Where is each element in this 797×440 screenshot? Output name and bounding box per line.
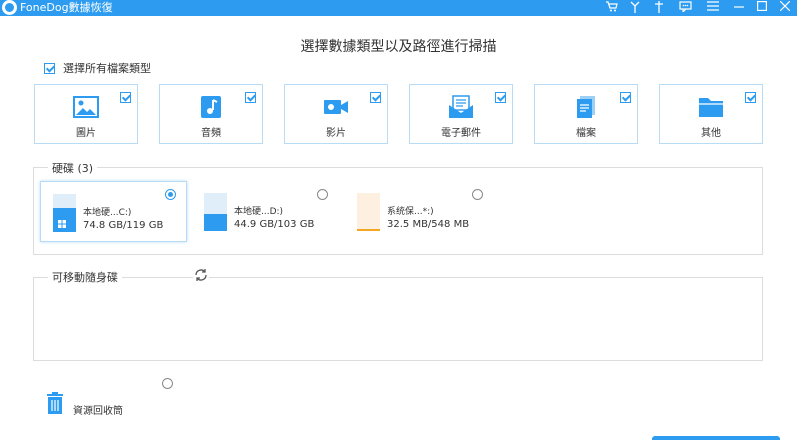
mail-icon xyxy=(449,95,473,118)
image-icon xyxy=(73,96,99,118)
drive-size: 74.8 GB/119 GB xyxy=(83,220,164,231)
drive-d[interactable]: 本地硬...D:) 44.9 GB/103 GB xyxy=(192,181,339,242)
cart-icon[interactable] xyxy=(603,0,621,15)
select-all-label: 選擇所有檔案類型 xyxy=(63,62,151,75)
checkbox-icon[interactable] xyxy=(44,62,55,74)
video-icon xyxy=(324,100,348,114)
type-card-other[interactable]: 其他 xyxy=(659,84,763,144)
type-card-image[interactable]: 圖片 xyxy=(34,84,138,144)
music-icon xyxy=(201,96,221,118)
maximize-icon[interactable] xyxy=(753,0,771,15)
checkbox-icon[interactable] xyxy=(120,92,131,103)
pin-icon[interactable] xyxy=(650,0,668,15)
drive-size: 44.9 GB/103 GB xyxy=(234,219,315,230)
type-card-video[interactable]: 影片 xyxy=(284,84,388,144)
checkbox-icon[interactable] xyxy=(245,92,256,103)
scan-button[interactable] xyxy=(652,436,780,440)
type-card-audio[interactable]: 音頻 xyxy=(159,84,263,144)
drive-icon xyxy=(357,193,380,231)
chat-icon[interactable] xyxy=(676,0,694,15)
drive-c-radio[interactable] xyxy=(165,189,176,200)
removable-panel xyxy=(33,277,763,361)
drive-icon xyxy=(204,193,227,231)
type-label-video: 影片 xyxy=(326,128,346,139)
drive-name: 本地硬...D:) xyxy=(234,207,284,217)
menu-icon[interactable] xyxy=(704,0,722,15)
recycle-bin-label[interactable]: 資源回收筒 xyxy=(73,402,123,417)
checkbox-icon[interactable] xyxy=(495,92,506,103)
close-icon[interactable] xyxy=(776,0,794,15)
drive-system-radio[interactable] xyxy=(472,189,483,200)
type-label-other: 其他 xyxy=(701,128,721,139)
drive-system-reserved[interactable]: 系统保...*:) 32.5 MB/548 MB xyxy=(345,181,492,242)
drive-d-radio[interactable] xyxy=(317,189,328,200)
type-label-image: 圖片 xyxy=(76,128,96,139)
drive-size: 32.5 MB/548 MB xyxy=(387,219,470,230)
app-logo-icon xyxy=(2,0,17,15)
minimize-icon[interactable] xyxy=(730,0,748,15)
drive-name: 本地硬...C:) xyxy=(83,208,132,218)
folder-icon xyxy=(699,98,723,117)
select-all-checkbox[interactable]: 選擇所有檔案類型 xyxy=(44,61,151,75)
page-title: 選擇數據類型以及路徑進行掃描 xyxy=(300,39,497,55)
document-icon xyxy=(577,96,595,118)
removable-title: 可移動隨身碟 xyxy=(48,269,122,285)
type-label-email: 電子郵件 xyxy=(441,128,481,139)
type-label-document: 檔案 xyxy=(576,128,596,139)
hard-disk-title: 硬碟 (3) xyxy=(48,160,98,176)
app-title: FoneDog數據恢復 xyxy=(20,1,113,14)
checkbox-icon[interactable] xyxy=(745,92,756,103)
checkbox-icon[interactable] xyxy=(620,92,631,103)
title-bar: FoneDog數據恢復 xyxy=(0,0,797,16)
checkbox-icon[interactable] xyxy=(370,92,381,103)
type-label-audio: 音頻 xyxy=(201,128,221,139)
type-card-document[interactable]: 檔案 xyxy=(534,84,638,144)
key-icon[interactable] xyxy=(626,0,644,15)
windows-drive-icon xyxy=(53,194,76,232)
drive-name: 系统保...*:) xyxy=(387,207,434,217)
drive-c[interactable]: 本地硬...C:) 74.8 GB/119 GB xyxy=(40,181,187,242)
recycle-bin-radio[interactable] xyxy=(162,378,173,389)
type-card-email[interactable]: 電子郵件 xyxy=(409,84,513,144)
trash-icon xyxy=(47,392,63,414)
refresh-icon[interactable] xyxy=(193,267,209,283)
